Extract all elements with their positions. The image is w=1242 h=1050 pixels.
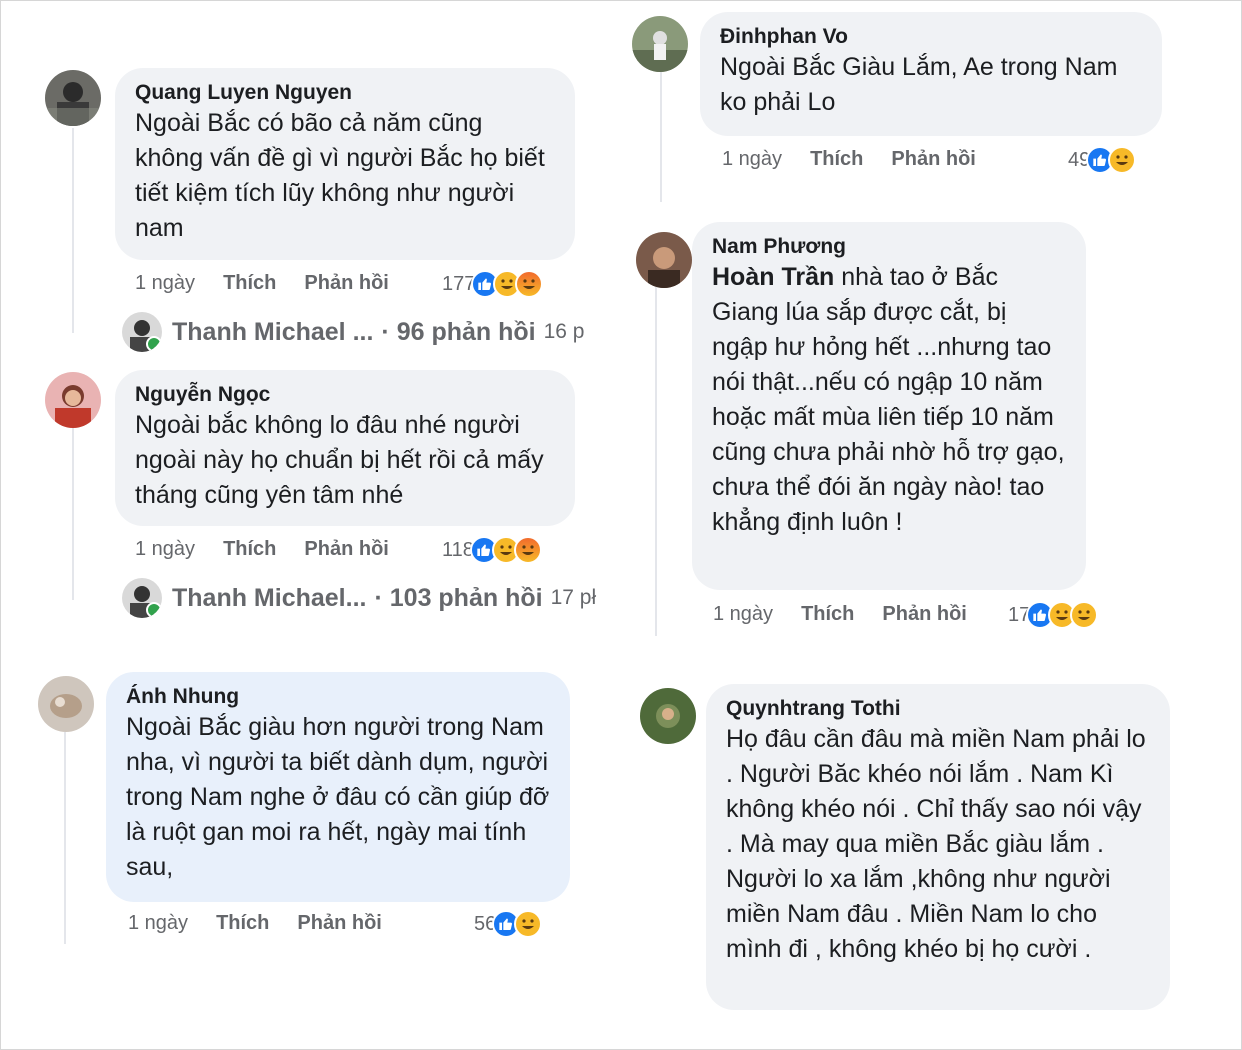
angry-icon — [515, 270, 544, 298]
like-button[interactable]: Thích — [810, 148, 863, 171]
like-button[interactable]: Thích — [223, 272, 276, 295]
thread-line — [655, 276, 657, 636]
comment-time[interactable]: 1 ngày — [128, 912, 188, 935]
care-icon — [1070, 601, 1099, 629]
mention-link[interactable]: Hoàn Trần — [712, 263, 834, 291]
like-button[interactable]: Thích — [216, 912, 269, 935]
reaction-summary[interactable]: 118 — [442, 536, 542, 564]
reply-avatar — [122, 578, 162, 618]
comment-text: Ngoài Bắc có bão cả năm cũng không vấn đ… — [135, 109, 545, 242]
thread-line — [64, 732, 66, 944]
reply-author: Thanh Michael ... — [172, 317, 374, 346]
comment-time[interactable]: 1 ngày — [135, 272, 195, 295]
reaction-summary[interactable]: 17 — [1008, 601, 1099, 629]
comment-author[interactable]: Quynhtrang Tothi — [726, 696, 1152, 722]
comment-time[interactable]: 1 ngày — [722, 148, 782, 171]
comment-actions: 1 ngày Thích Phản hồi — [135, 538, 389, 561]
comment-text: Hoàn Trần nhà tao ở Bắc Giang lúa sắp đư… — [712, 260, 1068, 540]
reaction-summary[interactable]: 177 — [442, 270, 544, 298]
avatar[interactable] — [45, 70, 101, 126]
thread-line — [72, 428, 74, 600]
comment-text: Ngoài Bắc Giàu Lắm, Ae trong Nam ko phải… — [720, 53, 1118, 116]
view-replies-link[interactable]: Thanh Michael... · 103 phản hồi 17 pł — [122, 578, 604, 618]
comment-actions: 1 ngày Thích Phản hồi — [713, 603, 967, 626]
reply-author: Thanh Michael... — [172, 583, 367, 612]
comment-author[interactable]: Nguyễn Ngọc — [135, 382, 557, 408]
thread-line — [660, 72, 662, 202]
comment-author[interactable]: Quang Luyen Nguyen — [135, 80, 557, 106]
like-button[interactable]: Thích — [801, 603, 854, 626]
comment-actions: 1 ngày Thích Phản hồi — [722, 148, 976, 171]
reply-count: · 96 phản hồi — [381, 317, 536, 346]
comment-bubble: Nguyễn Ngọc Ngoài bắc không lo đâu nhé n… — [115, 370, 575, 526]
comment-bubble: Nam Phương Hoàn Trần nhà tao ở Bắc Giang… — [692, 222, 1086, 590]
reply-button[interactable]: Phản hồi — [297, 912, 381, 935]
haha-icon — [1108, 146, 1137, 174]
reply-time: 16 p — [543, 320, 585, 343]
comment-time[interactable]: 1 ngày — [713, 603, 773, 626]
comment-text: Ngoài bắc không lo đâu nhé người ngoài n… — [135, 411, 544, 509]
comment-actions: 1 ngày Thích Phản hồi — [135, 272, 389, 295]
avatar[interactable] — [640, 688, 696, 744]
comment-time[interactable]: 1 ngày — [135, 538, 195, 561]
comment-bubble: Quang Luyen Nguyen Ngoài Bắc có bão cả n… — [115, 68, 575, 260]
avatar[interactable] — [632, 16, 688, 72]
haha-icon — [514, 910, 543, 938]
avatar[interactable] — [45, 372, 101, 428]
avatar[interactable] — [38, 676, 94, 732]
reply-avatar — [122, 312, 162, 352]
reply-time: 17 pł — [550, 586, 597, 609]
reply-button[interactable]: Phản hồi — [891, 148, 975, 171]
angry-icon — [513, 536, 542, 564]
comment-author[interactable]: Nam Phương — [712, 234, 1068, 260]
view-replies-link[interactable]: Thanh Michael ... · 96 phản hồi 16 p — [122, 312, 592, 352]
online-indicator — [146, 336, 162, 352]
like-button[interactable]: Thích — [223, 538, 276, 561]
comment-bubble: Đinhphan Vo Ngoài Bắc Giàu Lắm, Ae trong… — [700, 12, 1162, 136]
comment-text: Ngoài Bắc giàu hơn người trong Nam nha, … — [126, 713, 550, 881]
reply-count: · 103 phản hồi — [374, 583, 543, 612]
reaction-summary[interactable]: 56 — [474, 910, 543, 938]
comment-actions: 1 ngày Thích Phản hồi — [128, 912, 382, 935]
comment-bubble: Quynhtrang Tothi Họ đâu cần đâu mà miền … — [706, 684, 1170, 1010]
online-indicator — [146, 602, 162, 618]
reaction-summary[interactable]: 49 — [1068, 146, 1137, 174]
reply-button[interactable]: Phản hồi — [304, 272, 388, 295]
thread-line — [72, 128, 74, 333]
comment-bubble: Ánh Nhung Ngoài Bắc giàu hơn người trong… — [106, 672, 570, 902]
avatar[interactable] — [636, 232, 692, 288]
comment-text: Họ đâu cần đâu mà miền Nam phải lo . Ngư… — [726, 725, 1146, 963]
reaction-count: 177 — [442, 272, 476, 295]
comment-author[interactable]: Ánh Nhung — [126, 684, 552, 710]
reply-button[interactable]: Phản hồi — [304, 538, 388, 561]
comment-author[interactable]: Đinhphan Vo — [720, 24, 1144, 50]
reply-button[interactable]: Phản hồi — [882, 603, 966, 626]
comment-text-body: nhà tao ở Bắc Giang lúa sắp được cắt, bị… — [712, 263, 1065, 536]
